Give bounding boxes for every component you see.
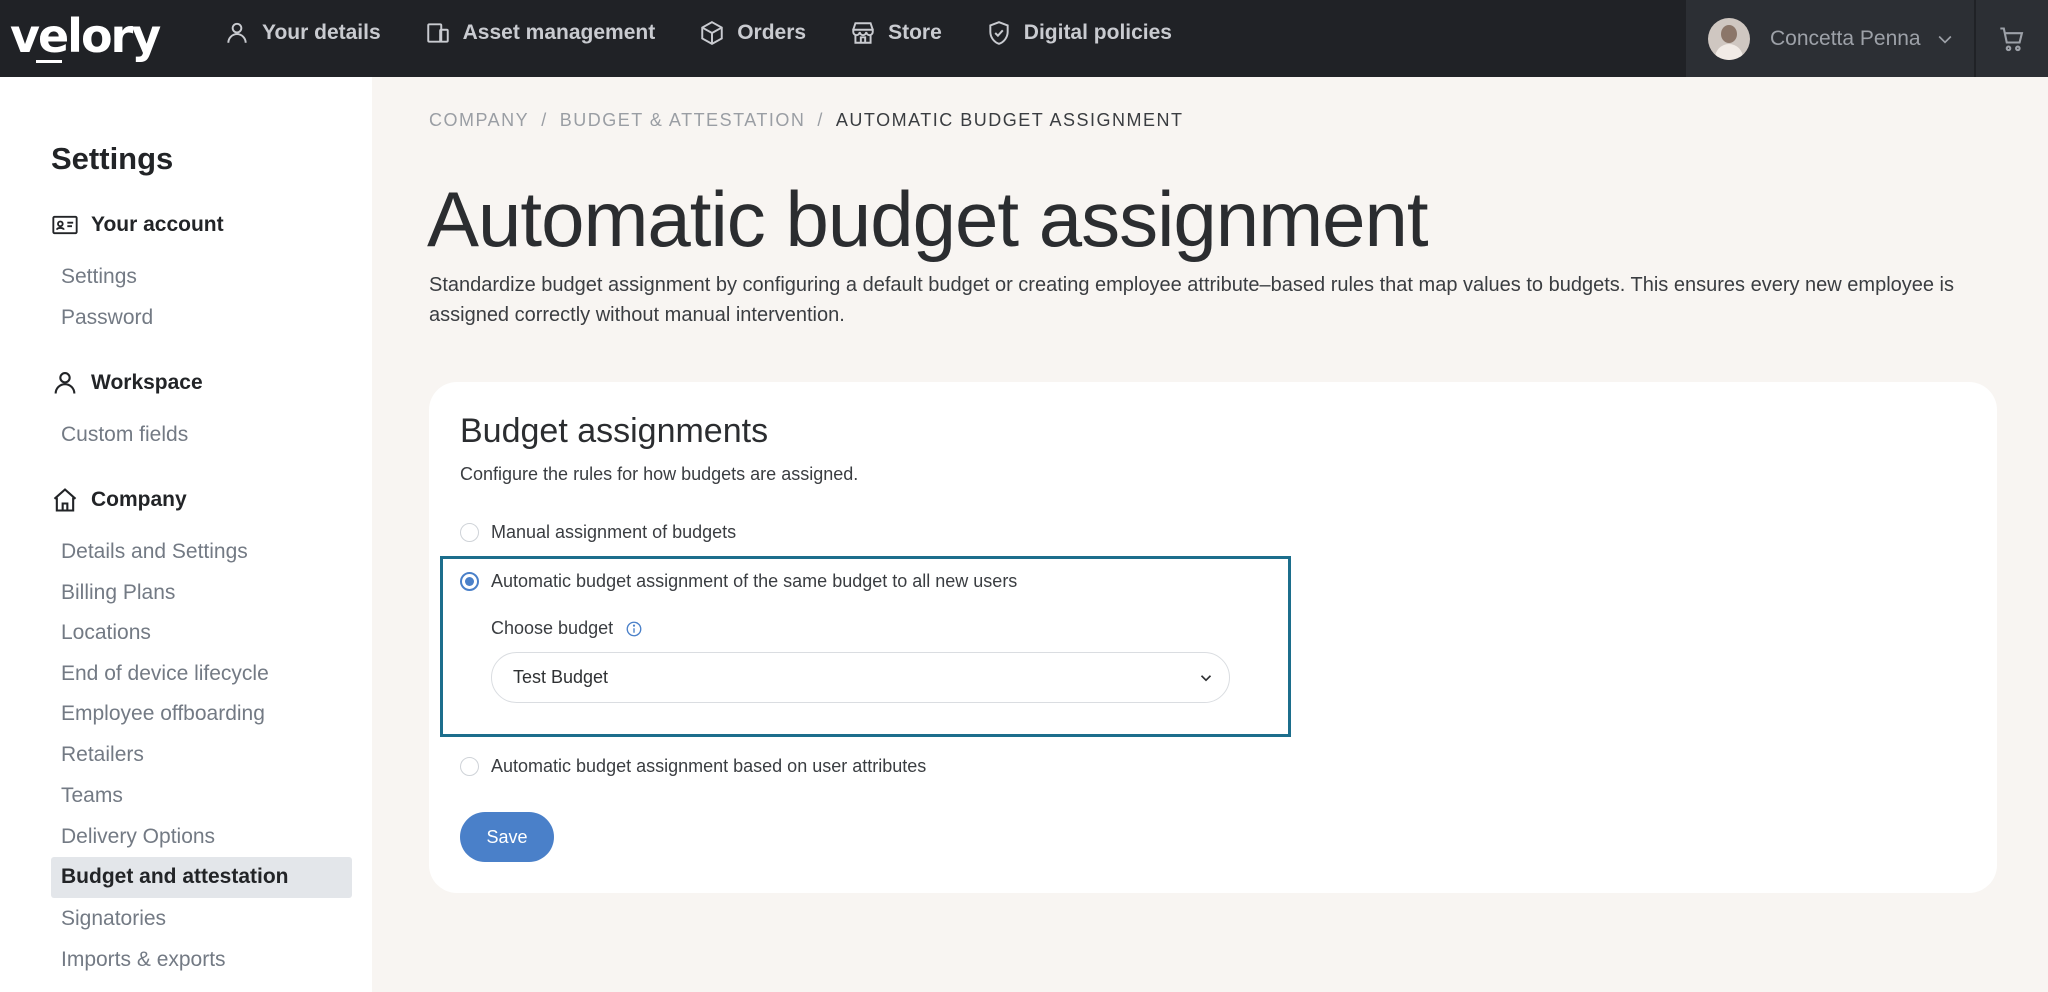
card-subtitle: Configure the rules for how budgets are … xyxy=(460,464,859,484)
option-same-budget-all-users[interactable]: Automatic budget assignment of the same … xyxy=(460,571,1017,592)
sidebar-item-billing-plans[interactable]: Billing Plans xyxy=(61,581,175,605)
budget-select[interactable]: Test Budget xyxy=(491,652,1230,703)
sidebar-item-active-label: Budget and attestation xyxy=(61,865,289,888)
avatar xyxy=(1708,17,1750,60)
nav-label: Asset management xyxy=(462,21,656,44)
sidebar-item-settings[interactable]: Settings xyxy=(61,265,137,289)
card-title: Budget assignments xyxy=(460,412,769,450)
breadcrumb-separator: / xyxy=(817,110,824,130)
sidebar-item-end-of-device-lifecycle[interactable]: End of device lifecycle xyxy=(61,662,269,686)
page-description: Standardize budget assignment by configu… xyxy=(429,274,1954,326)
breadcrumb: COMPANY / BUDGET & ATTESTATION / AUTOMAT… xyxy=(429,110,1183,131)
box-icon xyxy=(701,21,723,45)
breadcrumb-company[interactable]: COMPANY xyxy=(429,110,529,131)
nav-orders[interactable]: Orders xyxy=(699,0,806,66)
sidebar-title: Settings xyxy=(51,141,174,176)
breadcrumb-separator: / xyxy=(541,110,548,130)
sidebar-section-label: Your account xyxy=(91,213,224,236)
nav-digital-policies[interactable]: Digital policies xyxy=(986,0,1172,66)
sidebar-item-signatories[interactable]: Signatories xyxy=(61,907,166,931)
devices-icon xyxy=(426,23,449,43)
sidebar-item-retailers[interactable]: Retailers xyxy=(61,743,144,767)
breadcrumb-budget-attestation[interactable]: BUDGET & ATTESTATION xyxy=(560,110,806,131)
chevron-down-icon xyxy=(1938,35,1952,44)
sidebar-item-locations[interactable]: Locations xyxy=(61,621,151,645)
sidebar-item-details-and-settings[interactable]: Details and Settings xyxy=(61,540,248,564)
option-label: Automatic budget assignment based on use… xyxy=(491,756,927,776)
sidebar-section-label: Company xyxy=(91,488,187,511)
main-nav: Your details Asset management Orders Sto… xyxy=(224,0,1216,66)
radio-button[interactable] xyxy=(460,523,479,542)
sidebar-item-password[interactable]: Password xyxy=(61,306,153,330)
sidebar-item-teams[interactable]: Teams xyxy=(61,784,123,808)
chevron-down-icon xyxy=(1200,675,1212,682)
nav-label: Your details xyxy=(262,21,381,44)
option-user-attributes[interactable]: Automatic budget assignment based on use… xyxy=(460,756,926,777)
sidebar-section-label: Workspace xyxy=(91,371,203,394)
cart-button[interactable] xyxy=(1976,0,2048,77)
avatar-body xyxy=(1715,43,1743,60)
user-icon xyxy=(54,372,76,394)
option-label: Automatic budget assignment of the same … xyxy=(491,571,1018,591)
nav-label: Store xyxy=(888,21,942,44)
info-icon[interactable] xyxy=(625,620,643,638)
user-name: Concetta Penna xyxy=(1770,26,1921,50)
sidebar-section-company: Company xyxy=(51,486,187,514)
page-title: Automatic budget assignment xyxy=(427,175,1429,263)
sidebar-item-imports-exports[interactable]: Imports & exports xyxy=(61,948,226,972)
user-menu[interactable]: Concetta Penna xyxy=(1686,0,1974,77)
shield-check-icon xyxy=(989,21,1009,45)
user-icon xyxy=(227,22,247,43)
id-card-icon xyxy=(52,215,78,235)
nav-asset-management[interactable]: Asset management xyxy=(425,0,656,66)
choose-budget-label: Choose budget xyxy=(491,618,643,639)
option-label: Manual assignment of budgets xyxy=(491,522,737,542)
budget-select-value: Test Budget xyxy=(513,667,609,687)
cart-icon xyxy=(2000,26,2024,51)
sidebar-section-your-account: Your account xyxy=(51,211,224,239)
radio-button-selected[interactable] xyxy=(460,572,479,591)
nav-label: Orders xyxy=(737,21,807,44)
top-navigation-bar: velory Your details Asset management Ord… xyxy=(0,0,2048,77)
home-icon xyxy=(53,488,77,512)
nav-your-details[interactable]: Your details xyxy=(224,0,381,66)
radio-button[interactable] xyxy=(460,757,479,776)
nav-store[interactable]: Store xyxy=(850,0,942,66)
velory-logo[interactable]: velory xyxy=(10,8,161,64)
avatar-head xyxy=(1721,24,1737,43)
sidebar-item-custom-fields[interactable]: Custom fields xyxy=(61,423,188,447)
choose-budget-text: Choose budget xyxy=(491,618,614,638)
sidebar-item-delivery-options[interactable]: Delivery Options xyxy=(61,825,215,849)
nav-label: Digital policies xyxy=(1023,21,1172,44)
option-manual-assignment[interactable]: Manual assignment of budgets xyxy=(460,522,736,543)
logo-underline xyxy=(36,60,62,63)
store-icon xyxy=(852,22,874,44)
save-button[interactable]: Save xyxy=(460,812,554,862)
sidebar-section-workspace: Workspace xyxy=(51,369,203,397)
sidebar-item-employee-offboarding[interactable]: Employee offboarding xyxy=(61,702,265,726)
breadcrumb-current: AUTOMATIC BUDGET ASSIGNMENT xyxy=(835,110,1184,130)
